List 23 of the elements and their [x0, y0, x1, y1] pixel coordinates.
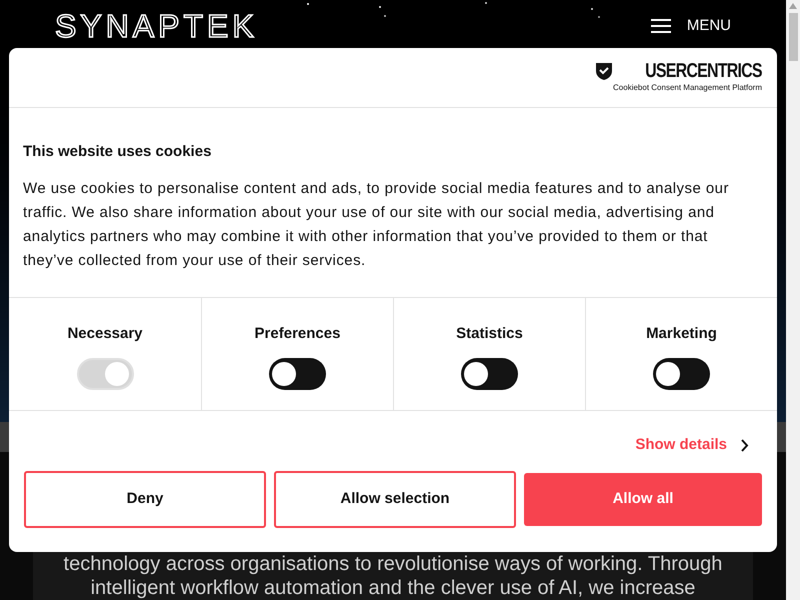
toggle-switch[interactable]: [269, 358, 326, 390]
category-label: Preferences: [254, 324, 340, 344]
toggle-switch[interactable]: [653, 358, 710, 390]
show-details-link[interactable]: Show details: [635, 434, 749, 456]
chevron-right-icon: [741, 438, 749, 452]
category-label: Statistics: [456, 324, 523, 344]
shield-icon: [595, 62, 614, 80]
category-label: Necessary: [67, 324, 143, 344]
body-text: intelligent workflow automation and the clever use of AI, we increase: [90, 576, 696, 600]
consent-button[interactable]: Allow selection: [274, 471, 516, 528]
toggle-switch[interactable]: [461, 358, 518, 390]
brand-subtitle: Cookiebot Consent Management Platform: [613, 84, 762, 92]
body-text: technology across organisations to revolutionise ways of working. Through: [64, 552, 722, 576]
dialog-text: We use cookies to personalise content and ads, to provide social media features and to analyse our traffic. We also share information about your use of our site with our social media, advertising and analytics partners who may combine it with other information that you’ve provided to them or that they’ve collected from your use of their services.: [23, 178, 730, 270]
menu-button[interactable]: MENU: [650, 14, 731, 38]
category-label: Marketing: [646, 324, 717, 344]
brand-name: USERCENTRICS: [645, 61, 762, 81]
consent-button[interactable]: Allow all: [524, 473, 762, 526]
dialog-title: This website uses cookies: [23, 142, 212, 162]
scrollbar-thumb[interactable]: [788, 13, 798, 61]
consent-button[interactable]: Deny: [24, 471, 266, 528]
site-logo[interactable]: SYNAPTEK: [55, 10, 258, 42]
menu-icon: [650, 19, 671, 33]
